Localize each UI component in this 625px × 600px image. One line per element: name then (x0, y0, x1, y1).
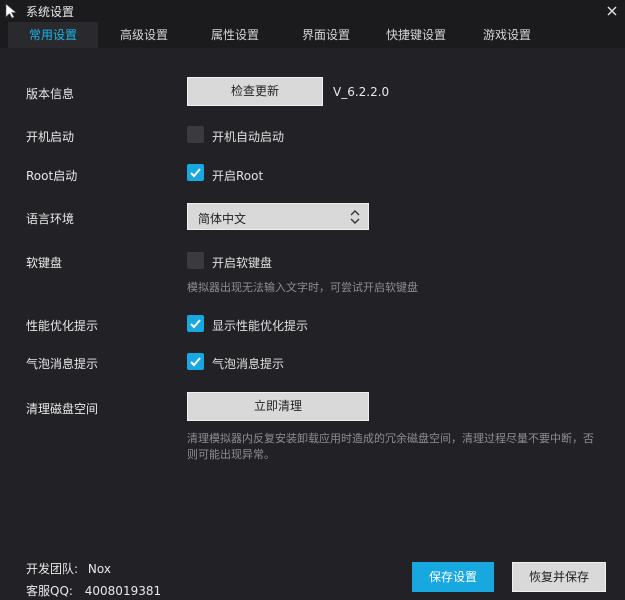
support-qq-value: 4008019381 (84, 584, 162, 598)
soft-keyboard-checkbox[interactable] (187, 252, 204, 269)
support-qq-info: 客服QQ: 4008019381 (26, 582, 161, 599)
tab-property-settings[interactable]: 属性设置 (190, 22, 280, 48)
disk-clean-label: 清理磁盘空间 (26, 402, 99, 416)
close-icon[interactable] (603, 2, 621, 20)
disk-clean-hint-line1: 清理模拟器内反复安装卸载应用时造成的冗余磁盘空间，清理过程尽量不要中断，否 (187, 432, 594, 445)
bubble-checkbox[interactable] (187, 353, 204, 370)
perf-hint-option-label: 显示性能优化提示 (212, 319, 309, 333)
dev-team-value: Nox (87, 562, 111, 576)
check-icon (190, 357, 201, 367)
settings-window: 系统设置 常用设置 高级设置 属性设置 界面设置 快捷键设置 游戏设置 版本信息… (0, 0, 625, 600)
soft-keyboard-hint: 模拟器出现无法输入文字时，可尝试开启软键盘 (187, 281, 418, 294)
language-select[interactable]: 简体中文 (187, 203, 369, 230)
perf-hint-label: 性能优化提示 (26, 319, 99, 333)
root-label: Root启动 (26, 169, 78, 183)
restore-and-save-button[interactable]: 恢复并保存 (512, 562, 606, 592)
bubble-label: 气泡消息提示 (26, 357, 99, 371)
soft-keyboard-option-label: 开启软键盘 (212, 256, 273, 270)
cursor-logo-icon (5, 3, 17, 19)
tab-advanced-settings[interactable]: 高级设置 (100, 22, 188, 48)
up-down-arrows-icon (350, 210, 360, 224)
version-number: V_6.2.2.0 (333, 85, 390, 99)
check-icon (190, 168, 201, 178)
soft-keyboard-label: 软键盘 (26, 256, 63, 270)
bubble-option-label: 气泡消息提示 (212, 357, 285, 371)
autostart-label: 开机启动 (26, 130, 75, 144)
tab-shortcut-settings[interactable]: 快捷键设置 (372, 22, 460, 48)
language-select-value: 简体中文 (198, 212, 247, 226)
version-info-label: 版本信息 (26, 87, 75, 101)
tab-bar: 常用设置 高级设置 属性设置 界面设置 快捷键设置 游戏设置 (0, 22, 625, 48)
autostart-checkbox[interactable] (187, 126, 204, 143)
check-icon (190, 319, 201, 329)
window-title: 系统设置 (26, 5, 75, 19)
tab-game-settings[interactable]: 游戏设置 (462, 22, 552, 48)
tab-interface-settings[interactable]: 界面设置 (282, 22, 370, 48)
perf-hint-checkbox[interactable] (187, 315, 204, 332)
clean-now-button[interactable]: 立即清理 (187, 392, 369, 421)
dev-team-label: 开发团队: (26, 562, 79, 576)
root-checkbox[interactable] (187, 164, 204, 181)
language-label: 语言环境 (26, 212, 75, 226)
root-option-label: 开启Root (212, 169, 264, 183)
support-qq-label: 客服QQ: (26, 584, 73, 598)
save-settings-button[interactable]: 保存设置 (412, 562, 494, 592)
autostart-option-label: 开机自动启动 (212, 130, 285, 144)
check-update-button[interactable]: 检查更新 (187, 77, 323, 106)
tab-common-settings[interactable]: 常用设置 (8, 22, 98, 48)
disk-clean-hint-line2: 则可能出现异常。 (187, 448, 275, 461)
dev-team-info: 开发团队: Nox (26, 560, 111, 577)
title-bar: 系统设置 (0, 0, 625, 22)
